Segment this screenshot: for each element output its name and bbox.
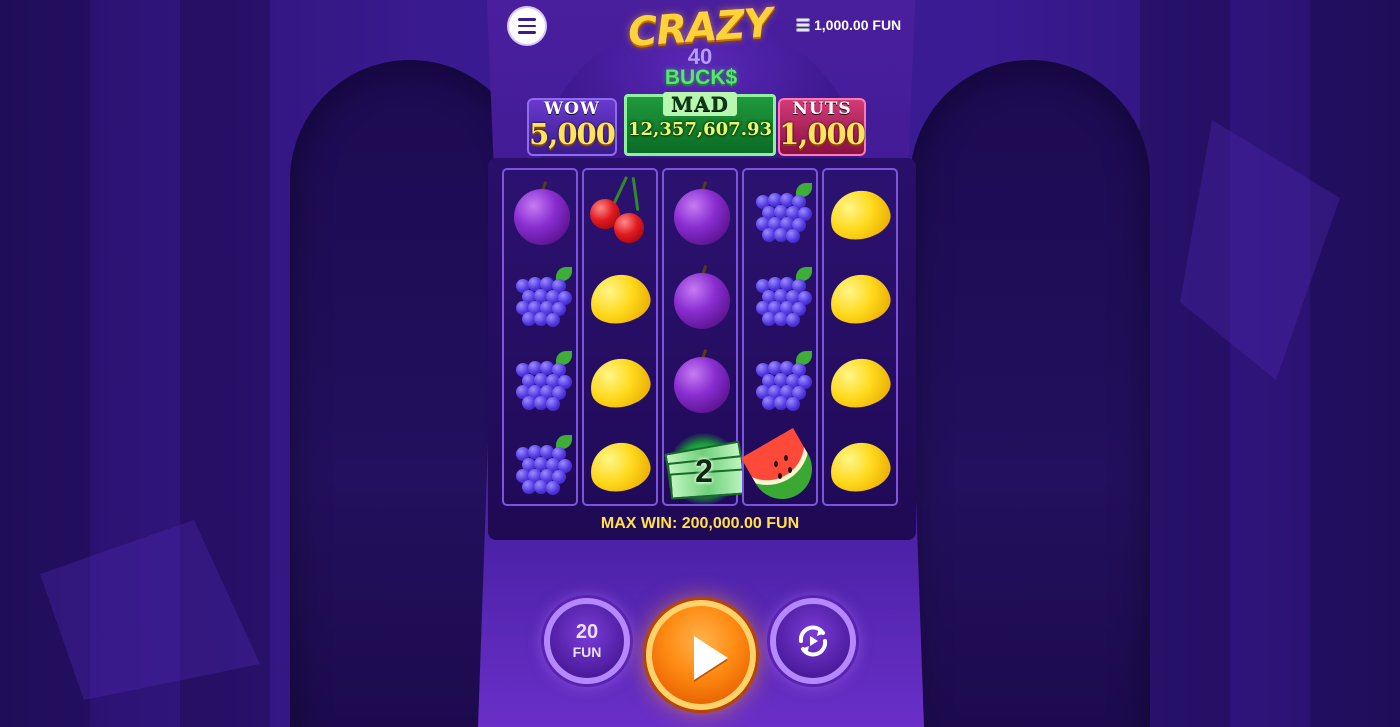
reel-5 [822,168,898,506]
max-win-label: MAX WIN: 200,000.00 FUN [600,515,800,532]
grapes-icon [508,349,572,413]
grapes-icon [748,265,812,329]
background-arch-right [910,60,1150,727]
reel-cell [504,255,576,339]
lemon-icon [585,349,655,413]
jackpot-label: NUTS [792,99,852,119]
reel-cell: 2 [664,423,747,507]
lemon-icon [825,433,895,497]
reel-cell [824,339,896,423]
reel-cell [741,423,823,510]
reel-1 [502,168,578,506]
cash-value: 2 [695,453,713,489]
grapes-icon [508,265,572,329]
bet-amount: 20 [575,621,599,643]
reel-cell [504,339,576,423]
reel-3: 2 [662,168,747,507]
reel-cell [584,171,656,255]
hamburger-menu-icon[interactable] [509,8,545,44]
jackpot-wow: WOW 5,000 [527,98,617,156]
logo-bucks: BUCK$ [664,66,738,89]
background-pillar [1310,0,1400,727]
jackpot-value: 5,000 [529,117,616,151]
lemon-icon [585,265,655,329]
reel-cell [824,255,896,339]
balance-value: 1,000.00 FUN [814,17,902,33]
autoplay-button[interactable] [770,598,856,684]
bet-currency: FUN [572,644,602,660]
lemon-icon [825,181,895,245]
reel-cell [664,171,736,255]
plum-icon [508,180,572,245]
reel-cell [664,255,736,339]
balance-display: 1,000.00 FUN [796,14,901,36]
watermelon-icon [741,428,823,510]
reel-cell [584,339,656,423]
cherries-icon [588,175,652,245]
jackpot-value: 12,357,607.93 [627,119,773,140]
lemon-icon [585,433,655,497]
background-pillar [1140,0,1230,727]
lemon-icon [825,265,895,329]
jackpot-mad: MAD 12,357,607.93 [624,92,776,156]
jackpot-nuts: NUTS 1,000 [778,98,866,156]
reel-2 [582,168,658,506]
reel-cell [504,171,576,255]
reel-cell [744,171,816,255]
grapes-icon [508,433,572,497]
reel-cell [824,171,896,255]
plum-icon [668,180,732,245]
lemon-icon [825,349,895,413]
autoplay-icon [798,625,828,657]
reel-cell [744,255,816,339]
jackpot-label: WOW [544,99,600,119]
spin-button[interactable] [646,600,756,710]
coins-icon [796,18,810,32]
grapes-icon [748,181,812,245]
jackpot-value: 1,000 [779,117,866,151]
reel-cell [504,423,576,507]
reel-cell [744,339,816,423]
reel-cell [584,255,656,339]
reel-cell [664,339,736,423]
bet-button[interactable]: 20 FUN [544,598,630,684]
reel-cell [824,423,896,507]
reel-4 [741,168,823,510]
jackpot-label: MAD [663,92,737,116]
game-logo: CRAZY 40 BUCK$ [620,0,780,94]
plum-icon [668,264,732,329]
reel-cell [584,423,656,507]
grapes-icon [748,349,812,413]
play-icon [694,636,728,680]
plum-icon [668,348,732,413]
cash-bundle-icon: 2 [664,433,747,505]
